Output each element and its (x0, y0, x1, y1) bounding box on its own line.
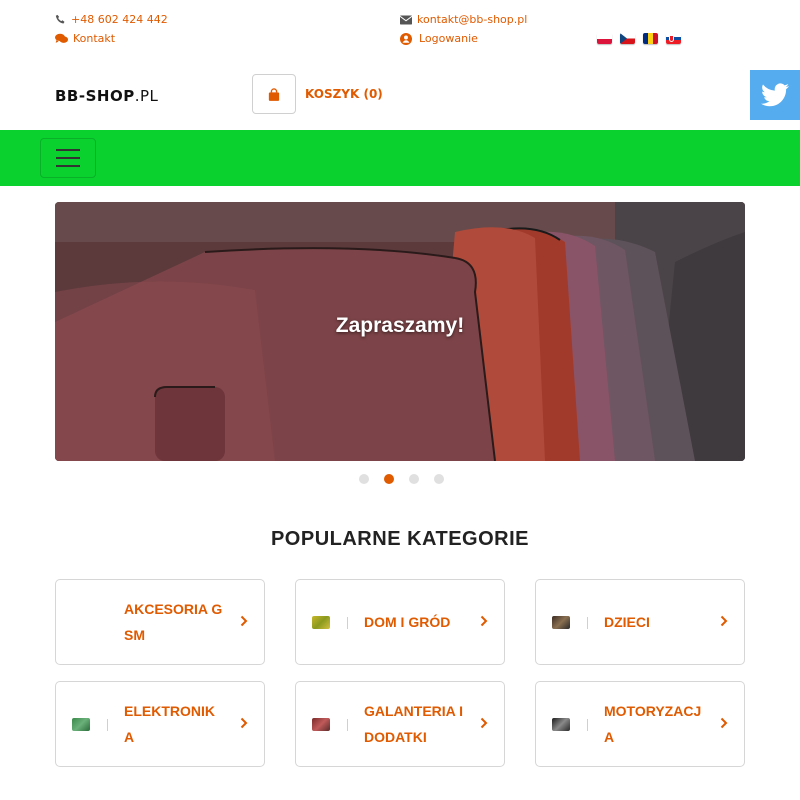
site-logo[interactable]: BB-SHOP.PL (55, 87, 158, 105)
divider (347, 617, 348, 629)
cart-label[interactable]: KOSZYK (0) (305, 87, 383, 101)
hero-carousel[interactable]: Zapraszamy! (55, 202, 745, 461)
carousel-caption: Zapraszamy! (335, 314, 465, 337)
divider (587, 719, 588, 731)
category-card-dom-i-grod[interactable]: DOM I GRÓD (295, 579, 505, 665)
chevron-right-icon (480, 615, 488, 627)
accessories-thumbnail-icon (312, 718, 330, 731)
category-label: DZIECI (604, 614, 650, 630)
chevron-right-icon (240, 615, 248, 627)
hamburger-line (56, 157, 80, 159)
site-header: BB-SHOP.PL KOSZYK (0) (0, 60, 800, 130)
category-card-akcesoria-gsm[interactable]: AKCESORIA GSM (55, 579, 265, 665)
automotive-thumbnail-icon (552, 718, 570, 731)
main-navbar (0, 130, 800, 186)
electronics-thumbnail-icon (72, 718, 90, 731)
carousel-dot-3[interactable] (409, 474, 419, 484)
logo-tld: .PL (134, 87, 159, 105)
carousel-dot-4[interactable] (434, 474, 444, 484)
email-address: kontakt@bb-shop.pl (417, 13, 528, 26)
carousel-dot-2[interactable] (384, 474, 394, 484)
logo-main: BB-SHOP (55, 87, 135, 105)
twitter-button[interactable] (750, 70, 800, 120)
phone-link[interactable]: +48 602 424 442 (55, 13, 168, 26)
flag-cz-icon[interactable] (620, 33, 635, 44)
category-label: GALANTERIA I DODATKI (364, 703, 464, 745)
chevron-right-icon (720, 615, 728, 627)
chevron-right-icon (480, 717, 488, 729)
kids-thumbnail-icon (552, 616, 570, 629)
twitter-icon (761, 83, 789, 107)
login-link[interactable]: Logowanie (400, 32, 478, 45)
shopping-bag-icon (268, 87, 280, 101)
phone-icon (55, 14, 65, 24)
category-label: AKCESORIA GSM (124, 601, 223, 643)
top-bar: +48 602 424 442 Kontakt kontakt@bb-shop.… (0, 0, 800, 60)
phone-number: +48 602 424 442 (71, 13, 168, 26)
language-flags (597, 33, 681, 44)
home-garden-thumbnail-icon (312, 616, 330, 629)
category-label: ELEKTRONIKA (124, 703, 215, 745)
category-label: MOTORYZACJA (604, 703, 702, 745)
popular-categories-title: POPULARNE KATEGORIE (270, 528, 530, 550)
login-label: Logowanie (419, 32, 478, 45)
flag-ro-icon[interactable] (643, 33, 658, 44)
category-card-dzieci[interactable]: DZIECI (535, 579, 745, 665)
carousel-indicators (359, 474, 444, 484)
divider (107, 719, 108, 731)
envelope-icon (400, 15, 412, 24)
category-card-elektronika[interactable]: ELEKTRONIKA (55, 681, 265, 767)
contact-label: Kontakt (73, 32, 116, 45)
category-card-galanteria-i-dodatki[interactable]: GALANTERIA I DODATKI (295, 681, 505, 767)
chevron-right-icon (240, 717, 248, 729)
divider (587, 617, 588, 629)
hamburger-line (56, 149, 80, 151)
flag-pl-icon[interactable] (597, 33, 612, 44)
category-card-motoryzacja[interactable]: MOTORYZACJA (535, 681, 745, 767)
chat-icon (55, 33, 68, 43)
carousel-dot-1[interactable] (359, 474, 369, 484)
cart-button[interactable] (252, 74, 296, 114)
hamburger-menu-button[interactable] (40, 138, 96, 178)
chevron-right-icon (720, 717, 728, 729)
category-label: DOM I GRÓD (364, 614, 451, 630)
user-circle-icon (400, 32, 412, 45)
contact-link[interactable]: Kontakt (55, 32, 115, 45)
email-link[interactable]: kontakt@bb-shop.pl (400, 13, 527, 26)
flag-sk-icon[interactable] (666, 33, 681, 44)
hamburger-line (56, 165, 80, 167)
divider (347, 719, 348, 731)
